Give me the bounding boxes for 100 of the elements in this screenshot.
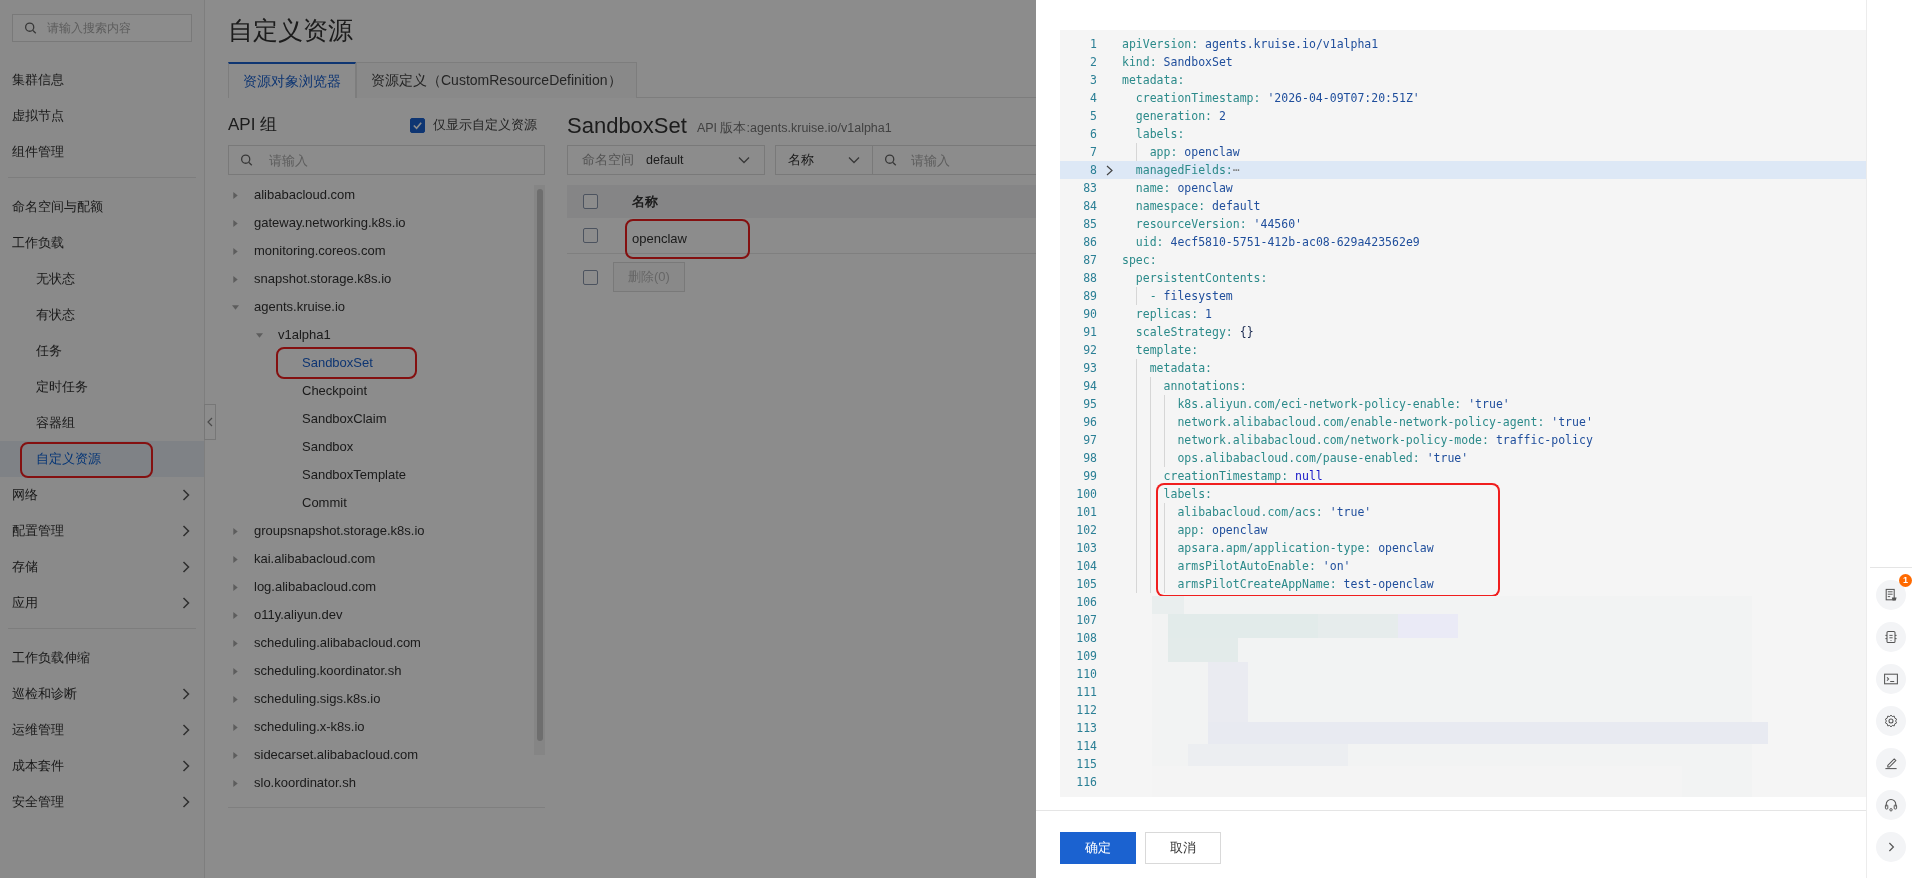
line-number: 86 (1082, 234, 1097, 251)
line-number: 101 (1075, 504, 1097, 521)
tree-item[interactable]: SandboxClaim (302, 409, 387, 429)
line-number: 104 (1075, 558, 1097, 575)
tree-item[interactable]: scheduling.alibabacloud.com (254, 633, 421, 653)
settings-icon (1883, 713, 1899, 729)
tree-item[interactable]: Checkpoint (302, 381, 368, 401)
tree-item[interactable]: snapshot.storage.k8s.io (254, 269, 392, 289)
notification-badge: 1 (1899, 574, 1912, 587)
sidebar-item[interactable]: 工作负载 (0, 225, 204, 261)
tree-item[interactable]: monitoring.coreos.com (254, 241, 386, 261)
toolbar-button[interactable] (1876, 622, 1906, 652)
cancel-button[interactable]: 取消 (1145, 832, 1221, 864)
tree-item[interactable]: scheduling.koordinator.sh (254, 661, 402, 681)
code-line: resourceVersion: '44560' (1134, 216, 1304, 233)
chevron-right-icon (182, 597, 190, 609)
line-number: 92 (1082, 342, 1097, 359)
code-line: labels: (1134, 126, 1186, 143)
tree-item[interactable]: agents.kruise.io (254, 297, 346, 317)
toolbar-button[interactable] (1876, 748, 1906, 778)
line-number: 113 (1075, 720, 1097, 737)
toolbar-button[interactable] (1876, 664, 1906, 694)
checkbox[interactable] (583, 228, 598, 243)
line-number: 84 (1082, 198, 1097, 215)
tree-item[interactable]: slo.koordinator.sh (254, 773, 356, 793)
scrollbar[interactable] (534, 185, 545, 755)
sidebar-item[interactable]: 配置管理 (0, 513, 204, 549)
sidebar-item[interactable]: 存储 (0, 549, 204, 585)
sidebar-item[interactable]: 成本套件 (0, 748, 204, 784)
code-line: persistentContents: (1134, 270, 1269, 287)
sidebar-item[interactable]: 应用 (0, 585, 204, 621)
tree-item[interactable]: log.alibabacloud.com (254, 577, 377, 597)
sidebar-item[interactable]: 集群信息 (0, 62, 204, 98)
line-number: 99 (1082, 468, 1097, 485)
sidebar-subitem[interactable]: 有状态 (0, 297, 204, 333)
code-line: apsara.apm/application-type: openclaw (1122, 539, 1866, 557)
tab[interactable]: 资源对象浏览器 (228, 62, 356, 98)
line-number: 91 (1082, 324, 1097, 341)
tree-item[interactable]: kai.alibabacloud.com (254, 549, 376, 569)
search-icon (24, 21, 37, 35)
tree-item[interactable]: alibabacloud.com (254, 185, 356, 205)
confirm-button[interactable]: 确定 (1060, 832, 1136, 864)
sidebar-subitem[interactable]: 定时任务 (0, 369, 204, 405)
sidebar-item[interactable]: 虚拟节点 (0, 98, 204, 134)
tab[interactable]: 资源定义（CustomResourceDefinition） (356, 62, 637, 98)
tree-item[interactable]: sidecarset.alibabacloud.com (254, 745, 419, 765)
code-line: name: openclaw (1134, 180, 1234, 197)
line-number: 109 (1075, 648, 1097, 665)
line-number: 103 (1075, 540, 1097, 557)
line-number: 6 (1089, 126, 1097, 143)
checkbox[interactable] (583, 194, 598, 209)
tree-item[interactable]: Sandbox (302, 437, 354, 457)
sidebar-subitem[interactable]: 自定义资源 (0, 441, 204, 477)
chevron-down-icon (848, 156, 860, 164)
code-line: uid: 4ecf5810-5751-412b-ac08-629a423562e9 (1134, 234, 1421, 251)
sidebar-subitem[interactable]: 容器组 (0, 405, 204, 441)
terminal-icon (1883, 671, 1899, 687)
table-cell: openclaw (625, 218, 750, 259)
tree-item[interactable]: gateway.networking.k8s.io (254, 213, 406, 233)
sidebar-item[interactable]: 组件管理 (0, 134, 204, 170)
code-line: replicas: 1 (1134, 306, 1214, 323)
code-line: k8s.aliyun.com/eci-network-policy-enable: 'true' (1122, 395, 1866, 413)
sidebar-item[interactable]: 命名空间与配额 (0, 189, 204, 225)
tree-item[interactable]: scheduling.x-k8s.io (254, 717, 365, 737)
code-line: app: openclaw (1122, 521, 1866, 539)
checkbox[interactable] (410, 117, 425, 133)
line-number: 97 (1082, 432, 1097, 449)
sidebar-item[interactable]: 巡检和诊断 (0, 676, 204, 712)
code-editor[interactable] (1060, 30, 1866, 797)
tree-item[interactable]: SandboxSet (276, 347, 417, 379)
tree-item[interactable]: v1alpha1 (278, 325, 331, 345)
sidebar-subitem[interactable]: 无状态 (0, 261, 204, 297)
code-line: scaleStrategy: {} (1134, 324, 1255, 341)
tree-item[interactable]: scheduling.sigs.k8s.io (254, 689, 381, 709)
sidebar-item[interactable]: 安全管理 (0, 784, 204, 820)
chevron-right-icon (182, 525, 190, 537)
sidebar-item[interactable]: 工作负载伸缩 (0, 640, 204, 676)
checkbox[interactable] (583, 269, 598, 285)
api-document-icon (1883, 629, 1899, 645)
toolbar-button[interactable] (1876, 790, 1906, 820)
collapse-handle[interactable] (204, 404, 216, 440)
panel-title: API 组 (228, 114, 278, 137)
tree-item[interactable]: Commit (302, 493, 347, 513)
sidebar-item[interactable]: 运维管理 (0, 712, 204, 748)
line-number: 5 (1089, 108, 1097, 125)
toolbar-button[interactable] (1876, 706, 1906, 736)
line-number: 111 (1075, 684, 1097, 701)
sidebar-subitem[interactable]: 任务 (0, 333, 204, 369)
code-line: metadata: (1122, 72, 1186, 89)
code-line: apiVersion: agents.kruise.io/v1alpha1 (1122, 36, 1380, 53)
line-number: 1 (1089, 36, 1097, 53)
tree-item[interactable]: o11y.aliyun.dev (254, 605, 343, 625)
code-line: kind: SandboxSet (1122, 54, 1234, 71)
line-number: 105 (1075, 576, 1097, 593)
chevron-right-icon (182, 796, 190, 808)
tree-item[interactable]: SandboxTemplate (302, 465, 407, 485)
line-number: 100 (1075, 486, 1097, 503)
api-version-text: API 版本:agents.kruise.io/v1alpha1 (696, 120, 892, 137)
line-number: 96 (1082, 414, 1097, 431)
tree-item[interactable]: groupsnapshot.storage.k8s.io (254, 521, 425, 541)
